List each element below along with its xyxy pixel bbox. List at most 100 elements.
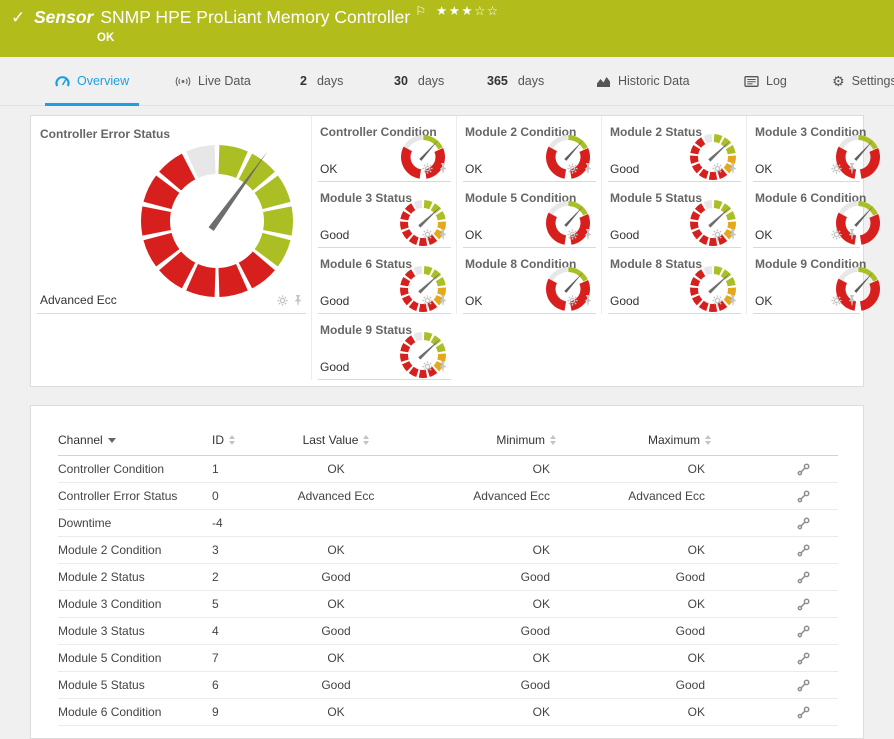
channel-panel-controller-condition[interactable]: Controller Condition OK bbox=[311, 116, 456, 182]
table-row[interactable]: Module 3 Condition 5 OK OK OK bbox=[58, 590, 838, 618]
panel-mini-actions[interactable] bbox=[422, 359, 448, 377]
tab-365-days[interactable]: 365 days bbox=[477, 57, 554, 105]
channel-panel-module-2-condition[interactable]: Module 2 Condition OK bbox=[456, 116, 601, 182]
flag-icon[interactable]: ⚐ bbox=[415, 5, 426, 17]
panel-mini-actions[interactable] bbox=[422, 161, 448, 179]
sort-desc-icon[interactable] bbox=[107, 437, 116, 443]
channel-settings-icon[interactable] bbox=[796, 597, 838, 612]
minimum-cell: OK bbox=[401, 698, 556, 726]
channel-panel-module-8-status[interactable]: Module 8 Status Good bbox=[601, 248, 746, 314]
panel-pin-icon[interactable] bbox=[847, 227, 857, 245]
panel-mini-actions[interactable] bbox=[831, 293, 857, 311]
table-row[interactable]: Module 3 Status 4 Good Good Good bbox=[58, 617, 838, 645]
panel-mini-actions[interactable] bbox=[567, 293, 593, 311]
tab-log[interactable]: Log bbox=[734, 57, 797, 105]
panel-divider bbox=[753, 313, 860, 314]
sort-icons[interactable] bbox=[363, 435, 370, 445]
panel-gear-icon[interactable] bbox=[422, 293, 433, 311]
panel-pin-icon[interactable] bbox=[847, 161, 857, 179]
sort-icons[interactable] bbox=[229, 435, 235, 445]
panel-mini-actions[interactable] bbox=[831, 161, 857, 179]
sort-icons[interactable] bbox=[550, 435, 556, 445]
panel-mini-actions[interactable] bbox=[567, 227, 593, 245]
sort-icons[interactable] bbox=[705, 435, 711, 445]
column-header-maximum[interactable]: Maximum bbox=[556, 426, 711, 456]
channel-panel-module-6-condition[interactable]: Module 6 Condition OK bbox=[746, 182, 881, 248]
column-header-minimum[interactable]: Minimum bbox=[401, 426, 556, 456]
panel-pin-icon[interactable] bbox=[438, 359, 448, 377]
channel-panel-module-8-condition[interactable]: Module 8 Condition OK bbox=[456, 248, 601, 314]
tab-30-days[interactable]: 30 days bbox=[384, 57, 454, 105]
table-row[interactable]: Module 5 Condition 7 OK OK OK bbox=[58, 644, 838, 672]
channel-panel-module-3-condition[interactable]: Module 3 Condition OK bbox=[746, 116, 881, 182]
channel-panel-module-6-status[interactable]: Module 6 Status Good bbox=[311, 248, 456, 314]
panel-mini-actions[interactable] bbox=[712, 161, 738, 179]
panel-pin-icon[interactable] bbox=[438, 227, 448, 245]
tab-2-days[interactable]: 2 days bbox=[290, 57, 353, 105]
panel-gear-icon[interactable] bbox=[831, 293, 842, 311]
table-row[interactable]: Module 2 Status 2 Good Good Good bbox=[58, 563, 838, 591]
panel-mini-actions[interactable] bbox=[277, 293, 303, 311]
panel-pin-icon[interactable] bbox=[438, 161, 448, 179]
panel-pin-icon[interactable] bbox=[583, 293, 593, 311]
panel-gear-icon[interactable] bbox=[712, 293, 723, 311]
panel-pin-icon[interactable] bbox=[728, 293, 738, 311]
table-row[interactable]: Downtime -4 bbox=[58, 509, 838, 537]
tab-overview[interactable]: Overview bbox=[45, 57, 140, 106]
panel-mini-actions[interactable] bbox=[422, 227, 448, 245]
panel-gear-icon[interactable] bbox=[831, 227, 842, 245]
panel-mini-actions[interactable] bbox=[567, 161, 593, 179]
channel-panel-controller-error-status[interactable]: Controller Error Status Advanced Ecc bbox=[31, 116, 311, 314]
panel-pin-icon[interactable] bbox=[728, 161, 738, 179]
table-row[interactable]: Module 5 Status 6 Good Good Good bbox=[58, 671, 838, 699]
channel-settings-icon[interactable] bbox=[796, 516, 838, 531]
table-row[interactable]: Controller Condition 1 OK OK OK bbox=[58, 455, 838, 483]
panel-pin-icon[interactable] bbox=[728, 227, 738, 245]
panel-pin-icon[interactable] bbox=[847, 293, 857, 311]
priority-stars[interactable]: ★★★☆☆ bbox=[436, 5, 500, 18]
channel-panel-module-5-status[interactable]: Module 5 Status Good bbox=[601, 182, 746, 248]
panel-pin-icon[interactable] bbox=[293, 293, 303, 311]
panel-mini-actions[interactable] bbox=[422, 293, 448, 311]
panel-gear-icon[interactable] bbox=[422, 227, 433, 245]
column-header-label: Channel bbox=[58, 433, 103, 447]
panel-gear-icon[interactable] bbox=[712, 227, 723, 245]
channel-panel-module-9-condition[interactable]: Module 9 Condition OK bbox=[746, 248, 881, 314]
panel-gear-icon[interactable] bbox=[831, 161, 842, 179]
channel-settings-icon[interactable] bbox=[796, 570, 838, 585]
column-header-channel[interactable]: Channel bbox=[58, 426, 212, 456]
panel-gear-icon[interactable] bbox=[712, 161, 723, 179]
channel-panel-module-2-status[interactable]: Module 2 Status Good bbox=[601, 116, 746, 182]
channel-settings-icon[interactable] bbox=[796, 462, 838, 477]
channel-settings-icon[interactable] bbox=[796, 624, 838, 639]
channel-settings-icon[interactable] bbox=[796, 678, 838, 693]
panel-gear-icon[interactable] bbox=[567, 161, 578, 179]
table-row[interactable]: Module 6 Condition 9 OK OK OK bbox=[58, 698, 838, 726]
channel-panel-module-5-condition[interactable]: Module 5 Condition OK bbox=[456, 182, 601, 248]
tab-settings[interactable]: ⚙ Settings bbox=[822, 57, 894, 105]
column-header-last-value[interactable]: Last Value bbox=[271, 426, 401, 456]
tab-historic-data[interactable]: Historic Data bbox=[586, 57, 700, 105]
panel-pin-icon[interactable] bbox=[583, 227, 593, 245]
channel-panel-module-3-status[interactable]: Module 3 Status Good bbox=[311, 182, 456, 248]
channel-settings-icon[interactable] bbox=[796, 489, 838, 504]
panel-gear-icon[interactable] bbox=[567, 293, 578, 311]
panel-gear-icon[interactable] bbox=[422, 359, 433, 377]
channel-panel-module-9-status[interactable]: Module 9 Status Good bbox=[311, 314, 456, 380]
panel-gear-icon[interactable] bbox=[277, 293, 288, 311]
panel-mini-actions[interactable] bbox=[712, 293, 738, 311]
channel-settings-icon[interactable] bbox=[796, 705, 838, 720]
last-value-cell: OK bbox=[271, 455, 401, 483]
channel-settings-icon[interactable] bbox=[796, 651, 838, 666]
table-row[interactable]: Module 2 Condition 3 OK OK OK bbox=[58, 536, 838, 564]
panel-gear-icon[interactable] bbox=[422, 161, 433, 179]
tab-live-data[interactable]: Live Data bbox=[165, 57, 261, 105]
panel-pin-icon[interactable] bbox=[438, 293, 448, 311]
channel-settings-icon[interactable] bbox=[796, 543, 838, 558]
panel-gear-icon[interactable] bbox=[567, 227, 578, 245]
table-row[interactable]: Controller Error Status 0 Advanced Ecc Adva… bbox=[58, 482, 838, 510]
panel-mini-actions[interactable] bbox=[712, 227, 738, 245]
panel-pin-icon[interactable] bbox=[583, 161, 593, 179]
panel-mini-actions[interactable] bbox=[831, 227, 857, 245]
column-header-id[interactable]: ID bbox=[212, 426, 271, 456]
